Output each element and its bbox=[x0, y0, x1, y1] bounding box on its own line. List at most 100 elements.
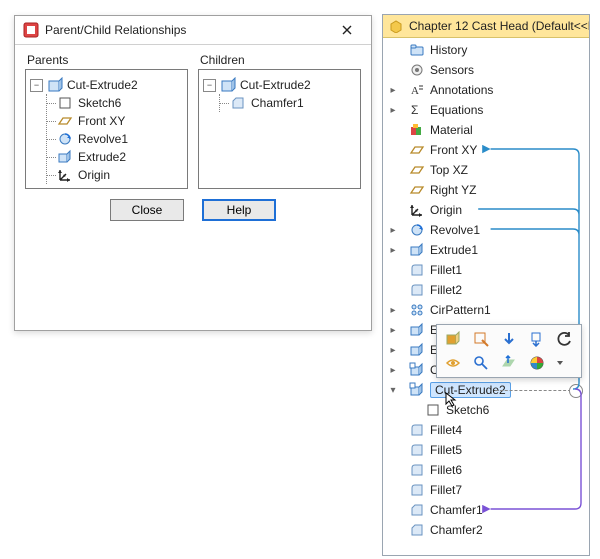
children-root-row[interactable]: − Cut-Extrude2 bbox=[203, 76, 356, 94]
feature-row[interactable]: Chamfer2 bbox=[387, 520, 589, 540]
cut-extrude-icon bbox=[220, 77, 236, 93]
feature-label: Annotations bbox=[430, 83, 493, 97]
tree-item-label: Origin bbox=[78, 168, 110, 182]
feature-row[interactable]: ▸CirPattern1 bbox=[387, 300, 589, 320]
feature-label: Fillet7 bbox=[430, 483, 462, 497]
feature-label: History bbox=[430, 43, 467, 57]
eq-icon: Σ bbox=[409, 102, 425, 118]
feature-label: Right YZ bbox=[430, 183, 476, 197]
tree-item[interactable]: Origin bbox=[57, 166, 183, 184]
fillet-icon bbox=[409, 282, 425, 298]
parents-panel: Parents − Cut-Extrude2 Sketch6Front XYRe… bbox=[25, 51, 188, 189]
suppress-icon[interactable] bbox=[499, 329, 519, 349]
parent-child-dialog: Parent/Child Relationships Parents − Cut… bbox=[14, 15, 372, 331]
appearance-icon[interactable] bbox=[527, 353, 547, 373]
feature-row[interactable]: ▾Cut-Extrude2 bbox=[387, 380, 589, 400]
app-icon bbox=[23, 22, 39, 38]
tree-item[interactable]: Sketch6 bbox=[57, 94, 183, 112]
feature-row[interactable]: History bbox=[387, 40, 589, 60]
feature-row[interactable]: Fillet2 bbox=[387, 280, 589, 300]
feature-row[interactable]: ▸ΣEquations bbox=[387, 100, 589, 120]
feature-row[interactable]: Fillet1 bbox=[387, 260, 589, 280]
feature-row[interactable]: Top XZ bbox=[387, 160, 589, 180]
tree-header[interactable]: Chapter 12 Cast Head (Default<<Defau bbox=[383, 15, 589, 38]
fillet-icon bbox=[409, 262, 425, 278]
expand-icon[interactable]: ▸ bbox=[387, 345, 399, 356]
feature-row[interactable]: Front XY bbox=[387, 140, 589, 160]
tree-item[interactable]: Extrude2 bbox=[57, 148, 183, 166]
feature-label: Sensors bbox=[430, 63, 474, 77]
close-button[interactable]: Close bbox=[110, 199, 184, 221]
expand-icon[interactable]: ▾ bbox=[387, 385, 399, 396]
feature-row[interactable]: Chamfer1 bbox=[387, 500, 589, 520]
fillet-icon bbox=[409, 422, 425, 438]
pattern-icon bbox=[409, 302, 425, 318]
tree-item[interactable]: Chamfer1 bbox=[230, 94, 356, 112]
folder-icon bbox=[409, 42, 425, 58]
feature-row[interactable]: Fillet7 bbox=[387, 480, 589, 500]
feature-row[interactable]: Right YZ bbox=[387, 180, 589, 200]
cut-extrude-icon bbox=[47, 77, 63, 93]
collapse-icon[interactable]: − bbox=[30, 79, 43, 92]
hide-icon[interactable] bbox=[443, 353, 463, 373]
feature-manager-tree[interactable]: Chapter 12 Cast Head (Default<<Defau His… bbox=[382, 14, 590, 556]
feature-row[interactable]: Fillet6 bbox=[387, 460, 589, 480]
expand-icon[interactable]: ▸ bbox=[387, 105, 399, 116]
extrude-icon bbox=[409, 322, 425, 338]
plane-icon bbox=[409, 142, 425, 158]
appearance-dropdown-icon[interactable] bbox=[555, 353, 565, 373]
sensor-icon bbox=[409, 62, 425, 78]
expand-icon[interactable]: ▸ bbox=[387, 245, 399, 256]
children-listbox[interactable]: − Cut-Extrude2 Chamfer1 bbox=[198, 69, 361, 189]
normal-to-icon[interactable] bbox=[499, 353, 519, 373]
extrude-icon bbox=[409, 342, 425, 358]
feature-row[interactable]: Origin bbox=[387, 200, 589, 220]
plane-icon bbox=[409, 182, 425, 198]
parents-listbox[interactable]: − Cut-Extrude2 Sketch6 Front XY Revolve1 Ex… bbox=[25, 69, 188, 189]
parents-root-row[interactable]: − Cut-Extrude2 bbox=[30, 76, 183, 94]
expand-icon[interactable]: ▸ bbox=[387, 225, 399, 236]
chamfer-icon bbox=[230, 95, 246, 111]
feature-label: Origin bbox=[430, 203, 462, 217]
feature-row[interactable]: Fillet4 bbox=[387, 420, 589, 440]
rollback-handle[interactable] bbox=[569, 384, 583, 398]
feature-row[interactable]: Sketch6 bbox=[387, 400, 589, 420]
feature-label: Material bbox=[430, 123, 473, 137]
rollback-icon[interactable] bbox=[527, 329, 547, 349]
tree-item[interactable]: Revolve1 bbox=[57, 130, 183, 148]
context-toolbar[interactable] bbox=[436, 324, 582, 378]
edit-sketch-icon[interactable] bbox=[471, 329, 491, 349]
children-label: Children bbox=[200, 53, 361, 67]
feature-row[interactable]: ▸Revolve1 bbox=[387, 220, 589, 240]
feature-label: Front XY bbox=[430, 143, 477, 157]
tree-item-label: Front XY bbox=[78, 114, 125, 128]
feature-label: Fillet4 bbox=[430, 423, 462, 437]
help-button[interactable]: Help bbox=[202, 199, 276, 221]
close-icon[interactable] bbox=[327, 19, 367, 41]
feature-label: Chamfer1 bbox=[430, 503, 483, 517]
feature-row[interactable]: Sensors bbox=[387, 60, 589, 80]
expand-icon[interactable]: ▸ bbox=[387, 305, 399, 316]
expand-icon[interactable]: ▸ bbox=[387, 85, 399, 96]
expand-icon[interactable]: ▸ bbox=[387, 325, 399, 336]
zoom-icon[interactable] bbox=[471, 353, 491, 373]
origin-icon bbox=[409, 202, 425, 218]
feature-label: Fillet5 bbox=[430, 443, 462, 457]
tree-item[interactable]: Front XY bbox=[57, 112, 183, 130]
sketch-icon bbox=[425, 402, 441, 418]
feature-row[interactable]: Fillet5 bbox=[387, 440, 589, 460]
undo-icon[interactable] bbox=[555, 329, 575, 349]
fillet-icon bbox=[409, 482, 425, 498]
expand-icon[interactable]: ▸ bbox=[387, 365, 399, 376]
tree-item-label: Extrude2 bbox=[78, 150, 126, 164]
feature-row[interactable]: ▸Extrude1 bbox=[387, 240, 589, 260]
dialog-titlebar[interactable]: Parent/Child Relationships bbox=[15, 16, 371, 45]
feature-row[interactable]: ▸AAnnotations bbox=[387, 80, 589, 100]
origin-icon bbox=[57, 167, 73, 183]
collapse-icon[interactable]: − bbox=[203, 79, 216, 92]
feature-label: Chamfer2 bbox=[430, 523, 483, 537]
feature-row[interactable]: Material bbox=[387, 120, 589, 140]
material-icon bbox=[409, 122, 425, 138]
edit-feature-icon[interactable] bbox=[443, 329, 463, 349]
plane-icon bbox=[409, 162, 425, 178]
